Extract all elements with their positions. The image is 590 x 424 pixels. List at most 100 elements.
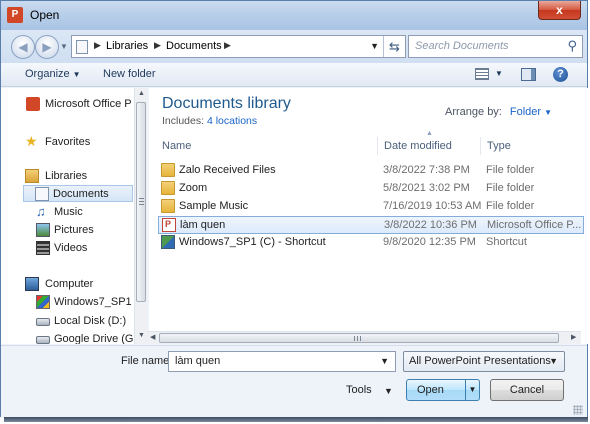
file-name: Zoom — [179, 182, 208, 194]
nav-item-office[interactable]: Microsoft Office P — [1, 96, 134, 113]
breadcrumb-chevron-icon[interactable]: ▶ — [154, 40, 161, 51]
library-includes: Includes: 4 locations — [162, 115, 257, 127]
arrange-label: Arrange by: — [445, 106, 502, 118]
title-bar: P Open x — [1, 1, 587, 30]
scroll-left-icon[interactable]: ◀ — [150, 333, 155, 341]
column-header-name[interactable]: Name — [162, 140, 191, 152]
file-row[interactable]: Windows7_SP1 (C) - Shortcut 9/8/2020 12:… — [158, 234, 584, 252]
horizontal-scroll-thumb[interactable] — [159, 333, 559, 343]
navigation-scroll-thumb[interactable] — [136, 102, 146, 302]
nav-computer-label: Computer — [45, 278, 94, 290]
help-icon[interactable]: ? — [553, 67, 568, 82]
libraries-icon — [25, 169, 39, 183]
breadcrumb-chevron-icon[interactable]: ▶ — [224, 40, 231, 51]
nav-item-favorites[interactable]: ★ Favorites — [1, 134, 134, 151]
tools-menu[interactable]: Tools — [346, 384, 372, 396]
nav-item-local-disk-d[interactable]: Local Disk (D:) — [1, 313, 134, 330]
file-name: Sample Music — [179, 200, 249, 212]
search-icon[interactable]: ⚲ — [567, 38, 577, 54]
view-options-dropdown[interactable]: ▼ — [495, 69, 503, 78]
hard-drive-icon — [36, 318, 50, 326]
new-folder-button[interactable]: New folder — [103, 68, 156, 80]
file-name: Zalo Received Files — [179, 164, 276, 176]
column-header-type[interactable]: Type — [487, 140, 511, 152]
file-row[interactable]: Zalo Received Files 3/8/2022 7:38 PM Fil… — [158, 162, 584, 180]
star-icon: ★ — [25, 134, 38, 149]
file-name-value: làm quen — [175, 355, 221, 367]
horizontal-scrollbar[interactable]: ◀ ▶ — [147, 331, 581, 344]
music-icon: ♫ — [36, 204, 46, 219]
shortcut-icon — [161, 235, 175, 249]
arrange-by: Arrange by: Folder ▼ — [445, 106, 552, 118]
documents-icon — [35, 187, 49, 201]
search-placeholder: Search Documents — [415, 40, 509, 52]
scroll-down-icon[interactable]: ▼ — [138, 332, 145, 339]
nav-gdrive-label: Google Drive (G:) — [54, 333, 134, 344]
column-header-date[interactable]: Date modified — [384, 140, 452, 152]
nav-item-music[interactable]: ♫ Music — [1, 204, 134, 221]
nav-item-windows7-drive[interactable]: Windows7_SP1 ( — [1, 294, 134, 311]
organize-menu[interactable]: Organize ▼ — [25, 68, 81, 80]
nav-videos-label: Videos — [54, 242, 88, 254]
scroll-up-icon[interactable]: ▲ — [138, 90, 145, 97]
nav-item-pictures[interactable]: Pictures — [1, 222, 134, 239]
breadcrumb-chevron-icon[interactable]: ▶ — [94, 40, 101, 51]
nav-item-documents[interactable]: Documents — [23, 185, 133, 202]
windows-drive-icon — [36, 295, 50, 309]
open-button[interactable]: Open ▼ — [406, 379, 480, 401]
open-options-dropdown[interactable]: ▼ — [465, 380, 479, 400]
open-label: Open — [417, 384, 444, 396]
nav-item-computer[interactable]: Computer — [1, 276, 134, 293]
file-name-dropdown-icon[interactable]: ▼ — [380, 356, 389, 366]
chevron-down-icon[interactable]: ▼ — [384, 386, 393, 396]
search-input[interactable]: Search Documents ⚲ — [408, 35, 583, 58]
chevron-down-icon: ▼ — [72, 70, 81, 79]
nav-documents-label: Documents — [53, 188, 109, 200]
window-shadow — [4, 417, 588, 422]
file-type-filter-select[interactable]: All PowerPoint Presentations ▼ — [403, 351, 565, 372]
file-name-label: File name: — [121, 355, 173, 367]
address-history-dropdown[interactable]: ▼ — [370, 41, 379, 51]
open-dialog: P Open x ◀ ▶ ▼ ▶ Libraries ▶ Documents ▶… — [0, 0, 589, 418]
nav-item-libraries[interactable]: Libraries — [1, 168, 134, 185]
file-row[interactable]: Zoom 5/8/2021 3:02 PM File folder — [158, 180, 584, 198]
file-type: File folder — [486, 182, 535, 194]
file-row-selected[interactable]: làm quen 3/8/2022 10:36 PM Microsoft Off… — [158, 216, 584, 234]
grip-icon — [139, 198, 144, 206]
powerpoint-file-icon — [162, 218, 176, 232]
organize-label: Organize — [25, 68, 70, 80]
breadcrumb[interactable]: ▶ Libraries ▶ Documents ▶ ▼ ⇆ — [71, 35, 406, 58]
nav-win7-label: Windows7_SP1 ( — [54, 296, 134, 308]
breadcrumb-libraries[interactable]: Libraries — [106, 40, 148, 52]
close-button[interactable]: x — [538, 1, 581, 20]
arrange-value: Folder — [509, 106, 542, 118]
locations-link[interactable]: 4 locations — [207, 115, 257, 127]
videos-icon — [36, 241, 50, 255]
scroll-right-icon[interactable]: ▶ — [571, 333, 576, 341]
recent-pages-dropdown[interactable]: ▼ — [60, 42, 68, 51]
nav-favorites-label: Favorites — [45, 136, 91, 148]
navigation-scrollbar[interactable]: ▲ ▼ — [134, 88, 147, 344]
nav-pictures-label: Pictures — [54, 224, 94, 236]
file-name-field[interactable]: làm quen ▼ — [168, 351, 396, 372]
cancel-button[interactable]: Cancel — [490, 379, 564, 401]
change-view-icon[interactable] — [475, 68, 489, 80]
file-name: Windows7_SP1 (C) - Shortcut — [179, 236, 326, 248]
nav-item-videos[interactable]: Videos — [1, 240, 134, 257]
breadcrumb-documents[interactable]: Documents — [166, 40, 222, 52]
arrange-by-dropdown[interactable]: Folder ▼ — [510, 106, 552, 118]
back-button[interactable]: ◀ — [11, 35, 35, 59]
preview-pane-icon[interactable] — [521, 68, 536, 81]
resize-grip-icon[interactable] — [573, 405, 583, 415]
file-date: 9/8/2020 12:35 PM — [383, 236, 476, 248]
pictures-icon — [36, 223, 50, 237]
folder-icon — [161, 163, 175, 177]
column-divider[interactable] — [377, 137, 378, 155]
file-date: 3/8/2022 10:36 PM — [384, 219, 477, 231]
nav-item-google-drive[interactable]: Google Drive (G:) — [1, 331, 134, 344]
column-divider[interactable] — [480, 137, 481, 155]
computer-icon — [25, 277, 39, 291]
file-row[interactable]: Sample Music 7/16/2019 10:53 AM File fol… — [158, 198, 584, 216]
refresh-button[interactable]: ⇆ — [383, 36, 405, 57]
forward-button[interactable]: ▶ — [35, 35, 59, 59]
